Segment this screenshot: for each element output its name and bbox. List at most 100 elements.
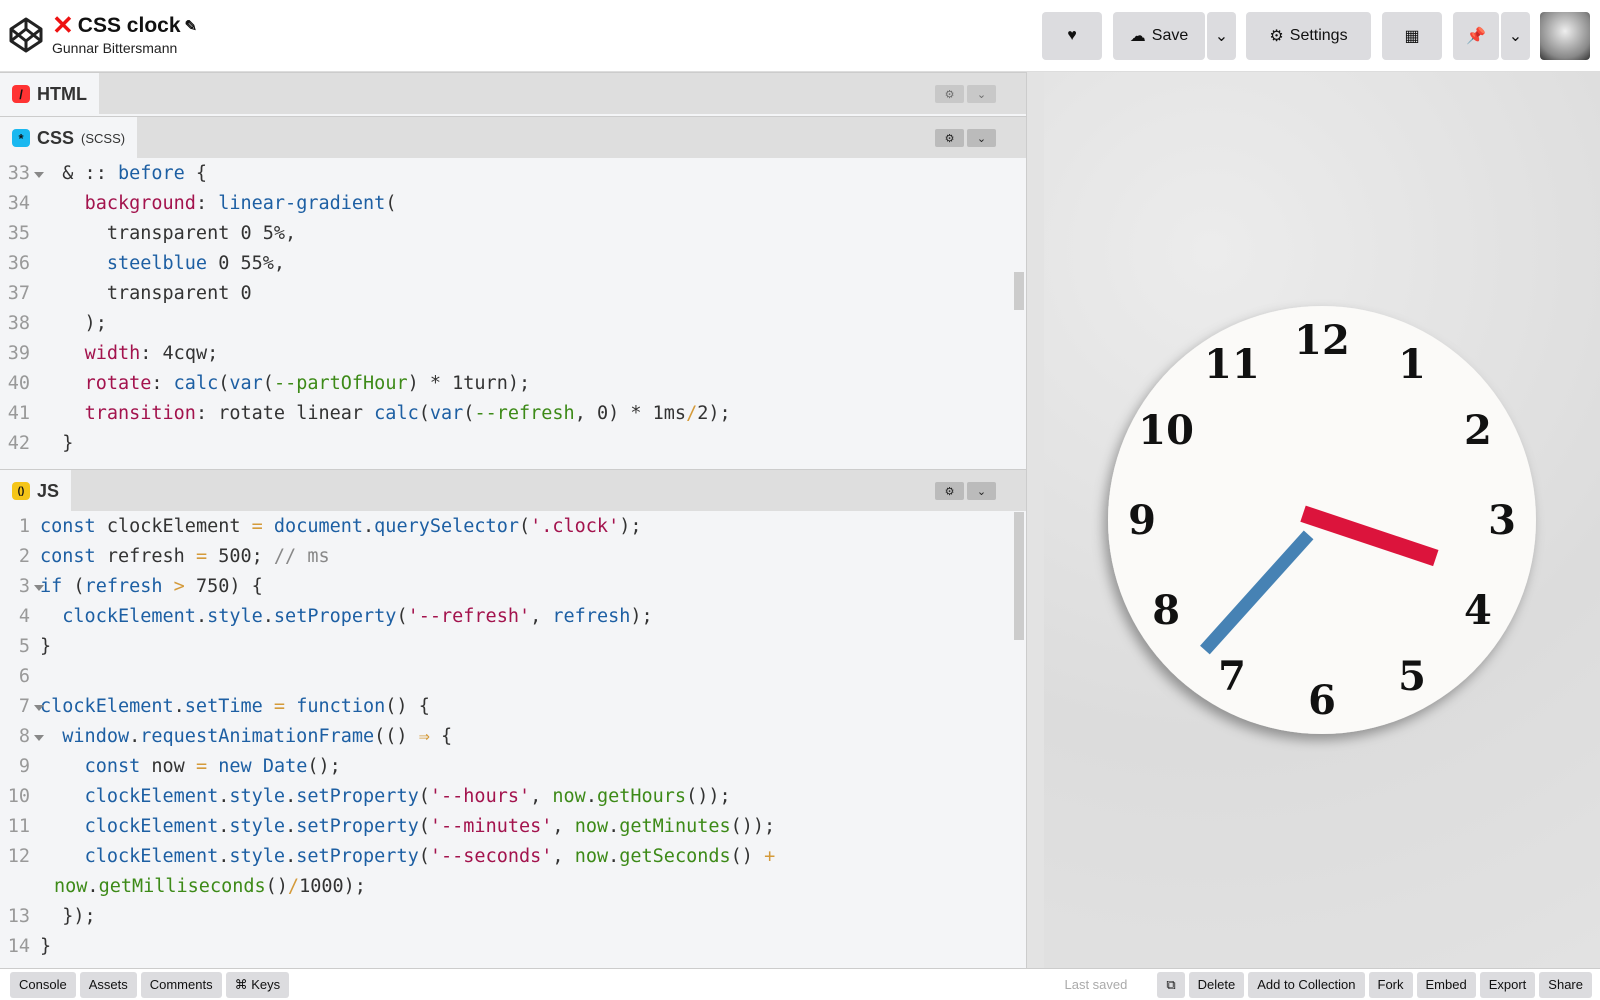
pencil-icon[interactable]: ✎ <box>185 17 198 35</box>
clock-numeral: 2 <box>1464 407 1492 454</box>
pin-dropdown-button[interactable]: ⌄ <box>1501 12 1530 60</box>
line-number[interactable]: 33 <box>0 159 44 189</box>
code-token: (() <box>374 726 419 747</box>
code-token: = <box>273 696 286 717</box>
code-token: querySelector <box>374 516 519 537</box>
footer-button-console[interactable]: Console <box>10 971 76 998</box>
css-pane-header: * CSS (SCSS) ⚙ ⌄ <box>0 116 1026 159</box>
code-line: 13 }); <box>0 902 1026 932</box>
code-token: setProperty <box>296 846 419 867</box>
code-line: 35 transparent 0 5%, <box>0 219 1026 249</box>
line-number[interactable]: 7 <box>0 692 44 722</box>
code-line: 3 if (refresh > 750) { <box>0 572 1026 602</box>
gear-icon[interactable]: ⚙ <box>935 85 964 103</box>
code-token: clockElement <box>84 786 219 807</box>
settings-button[interactable]: ⚙ Settings <box>1246 12 1371 60</box>
line-number: 4 <box>18 606 30 627</box>
code-token: . <box>218 816 230 837</box>
code-token: getMilliseconds <box>98 876 266 897</box>
chevron-down-icon[interactable]: ⌄ <box>967 129 996 147</box>
code-token: ⇒ <box>418 726 430 747</box>
code-token: '--minutes' <box>429 816 553 837</box>
footer-button-delete[interactable]: Delete <box>1188 971 1245 998</box>
code-token: window <box>62 726 130 747</box>
footer-button-assets[interactable]: Assets <box>79 971 137 998</box>
code-token: . <box>363 516 375 537</box>
footer-button-comments[interactable]: Comments <box>140 971 222 998</box>
code-token: (); <box>307 756 341 777</box>
tab-css[interactable]: * CSS (SCSS) <box>0 117 138 159</box>
code-token: ( <box>463 403 475 424</box>
layout-icon: ▦ <box>1404 28 1420 45</box>
code-token: var <box>429 403 464 424</box>
code-token: 500; <box>207 546 274 567</box>
code-token: style <box>229 816 286 837</box>
code-token: now <box>54 876 88 897</box>
footer-button-embed[interactable]: Embed <box>1416 971 1476 998</box>
code-line: 34 background: linear-gradient( <box>0 189 1026 219</box>
code-token: 2); <box>697 403 731 424</box>
chevron-down-icon[interactable]: ⌄ <box>967 85 996 103</box>
line-number[interactable]: 3 <box>0 572 44 602</box>
line-number: 38 <box>7 313 30 334</box>
js-scrollbar[interactable] <box>1014 512 1024 640</box>
code-token: now <box>552 786 586 807</box>
avatar[interactable] <box>1540 12 1590 60</box>
chevron-down-icon[interactable]: ⌄ <box>967 482 996 500</box>
save-button[interactable]: ☁ Save <box>1113 12 1205 60</box>
code-token: transparent 0 5%, <box>40 223 297 244</box>
code-token: before <box>117 163 185 184</box>
clock-numeral: 4 <box>1464 587 1492 634</box>
codepen-logo-icon[interactable] <box>8 16 44 54</box>
js-code-editor[interactable]: 1 const clockElement = document.querySele… <box>0 512 1026 968</box>
code-token: = <box>251 516 263 537</box>
css-icon: * <box>12 129 30 147</box>
preview: 12 1 2 3 4 5 6 7 8 9 10 11 <box>1044 72 1600 968</box>
code-token: now <box>574 846 609 867</box>
code-token: . <box>285 816 297 837</box>
clock-numeral: 5 <box>1398 653 1426 700</box>
line-number: 11 <box>7 816 30 837</box>
pen-title[interactable]: ✕ CSS clock ✎ <box>52 10 197 41</box>
code-token: + <box>764 846 776 867</box>
love-button[interactable]: ♥ <box>1042 12 1102 60</box>
css-code-editor[interactable]: 33 & :: before {34 background: linear-gr… <box>0 159 1026 459</box>
code-line: now.getMilliseconds()/1000); <box>0 872 1026 902</box>
pin-button[interactable]: 📌 <box>1453 12 1499 60</box>
js-pane-header: () JS ⚙ ⌄ <box>0 469 1026 512</box>
line-number: 35 <box>7 223 30 244</box>
footer-button-keys[interactable]: ⌘ Keys <box>225 971 290 998</box>
footer-button-export[interactable]: Export <box>1479 971 1536 998</box>
footer-button-addtocollection[interactable]: Add to Collection <box>1248 971 1365 998</box>
footer-button-fork[interactable]: Fork <box>1368 971 1413 998</box>
code-token: . <box>608 846 620 867</box>
gear-icon[interactable]: ⚙ <box>935 129 964 147</box>
gear-icon[interactable]: ⚙ <box>935 482 964 500</box>
code-token: width <box>84 343 141 364</box>
css-scrollbar[interactable] <box>1014 272 1024 310</box>
code-token: calc <box>173 373 219 394</box>
code-line: 1 const clockElement = document.querySele… <box>0 512 1026 542</box>
line-number: 36 <box>7 253 30 274</box>
line-number[interactable]: 8 <box>0 722 44 752</box>
save-dropdown-button[interactable]: ⌄ <box>1207 12 1236 60</box>
code-token: , <box>552 816 575 837</box>
clock-numeral: 12 <box>1294 317 1350 364</box>
code-token: ( <box>418 403 430 424</box>
resize-handle[interactable] <box>1026 72 1044 968</box>
author-name[interactable]: Gunnar Bittersmann <box>52 40 177 56</box>
tab-html[interactable]: / HTML <box>0 73 99 115</box>
layout-button[interactable]: ▦ <box>1382 12 1442 60</box>
line-number: 42 <box>7 433 30 454</box>
code-token: : <box>151 373 174 394</box>
code-line: 11 clockElement.style.setProperty('--min… <box>0 812 1026 842</box>
open-external-button[interactable]: ⧉ <box>1157 971 1185 998</box>
footer-button-share[interactable]: Share <box>1539 971 1592 998</box>
tab-js[interactable]: () JS <box>0 470 72 512</box>
code-line: 42 } <box>0 429 1026 459</box>
footer: Console Assets Comments ⌘ Keys Last saved ⧉… <box>0 968 1600 1000</box>
code-token: new <box>218 756 252 777</box>
code-token: , 0) * 1ms <box>574 403 687 424</box>
